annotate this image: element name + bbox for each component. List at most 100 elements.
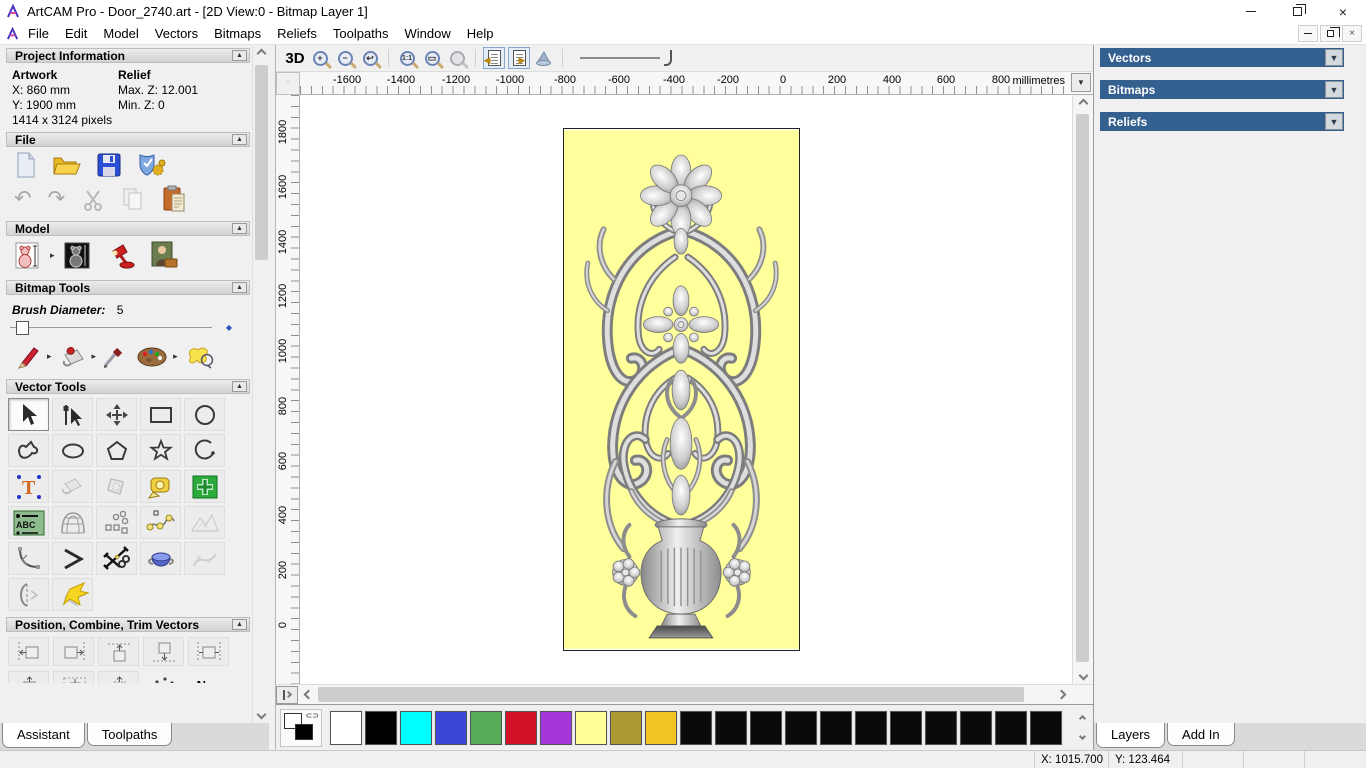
tab-layers[interactable]: Layers	[1096, 723, 1166, 748]
palette-swatch[interactable]	[994, 709, 1028, 746]
minimize-button[interactable]	[1228, 0, 1274, 23]
palette-swatch[interactable]	[749, 709, 783, 746]
dock-assistant-left-button[interactable]: ◀	[483, 47, 505, 69]
colour-indicator[interactable]: ⊂⊃	[280, 708, 322, 747]
center-in-selection-tool[interactable]	[53, 671, 94, 683]
text-block-tool[interactable]: ABC	[8, 506, 49, 539]
collapse-button[interactable]: ▲	[232, 381, 247, 392]
tab-assistant[interactable]: Assistant	[2, 723, 85, 748]
align-right-tool[interactable]	[53, 637, 94, 666]
scrollbar-thumb[interactable]	[318, 686, 1024, 702]
align-left-tool[interactable]	[8, 637, 49, 666]
collapse-button[interactable]: ▲	[232, 223, 247, 234]
zoom-in-button[interactable]: +	[309, 47, 331, 69]
lighting-button[interactable]	[107, 241, 135, 269]
scroll-down-button[interactable]	[1073, 667, 1093, 684]
menu-edit[interactable]: Edit	[57, 23, 95, 45]
set-model-size-button[interactable]	[14, 240, 42, 270]
palette-swatch[interactable]	[679, 709, 713, 746]
bitmap-to-vector-button[interactable]	[183, 343, 215, 369]
save-model-button[interactable]	[96, 152, 122, 178]
assistant-scrollbar[interactable]	[252, 45, 269, 723]
flood-fill-button[interactable]	[57, 343, 87, 369]
ruler-corner-button[interactable]: ⁘	[276, 72, 300, 95]
restore-button[interactable]	[1274, 0, 1320, 23]
offset-vectors-tool[interactable]	[96, 470, 137, 503]
select-vectors-tool[interactable]	[8, 398, 49, 431]
palette-swatch[interactable]	[399, 709, 433, 746]
child-restore-button[interactable]	[1320, 25, 1340, 42]
tab-toolpaths[interactable]: Toolpaths	[86, 723, 173, 746]
cut-button[interactable]	[81, 187, 105, 211]
preferences-button[interactable]	[136, 151, 166, 179]
align-top-tool[interactable]	[98, 637, 139, 666]
palette-swatch[interactable]	[714, 709, 748, 746]
palette-swatch[interactable]	[959, 709, 993, 746]
paste-along-curve-tool[interactable]	[140, 506, 181, 539]
palette-swatch[interactable]	[329, 709, 363, 746]
create-polyline-tool[interactable]	[8, 434, 49, 467]
create-polygon-tool[interactable]	[96, 434, 137, 467]
free-relief-tool[interactable]	[184, 506, 225, 539]
nesting-tool[interactable]: Nes	[188, 671, 229, 684]
copy-button[interactable]	[121, 186, 145, 212]
slider-track[interactable]	[10, 327, 212, 328]
palette-swatch[interactable]	[539, 709, 573, 746]
create-circle-tool[interactable]	[184, 398, 225, 431]
palette-swatch[interactable]	[504, 709, 538, 746]
center-in-page-tool[interactable]	[8, 671, 49, 683]
create-ellipse-tool[interactable]	[52, 434, 93, 467]
center-horizontal-tool[interactable]	[188, 637, 229, 666]
block-copy-tool[interactable]	[96, 506, 137, 539]
zoom-one-to-one-button[interactable]: 1:1	[396, 47, 418, 69]
palette-swatch[interactable]	[1029, 709, 1063, 746]
child-close-button[interactable]: ×	[1342, 25, 1362, 42]
position-section-header[interactable]: Position, Combine, Trim Vectors ▲	[6, 617, 250, 632]
load-texture-button[interactable]	[149, 240, 179, 270]
paint-brush-button[interactable]	[14, 343, 42, 369]
trim-vectors-tool[interactable]	[96, 542, 137, 575]
pick-color-button[interactable]	[101, 343, 127, 369]
menu-file[interactable]: File	[20, 23, 57, 45]
scrollbar-track[interactable]	[316, 686, 1051, 704]
reliefs-section-bar[interactable]: Reliefs ▼	[1100, 112, 1344, 131]
menu-vectors[interactable]: Vectors	[147, 23, 206, 45]
zoom-out-button[interactable]: −	[334, 47, 356, 69]
slider-handle[interactable]	[664, 50, 672, 66]
view-3d-button[interactable]: 3D	[284, 47, 306, 69]
close-button[interactable]: ×	[1320, 0, 1366, 23]
expand-button[interactable]: ▼	[1325, 49, 1343, 66]
measure-tool[interactable]	[140, 470, 181, 503]
create-arc-tool[interactable]	[184, 434, 225, 467]
brush-diameter-slider[interactable]: ◆	[10, 321, 240, 335]
palette-scroll[interactable]	[1078, 712, 1089, 744]
palette-swatch[interactable]	[854, 709, 888, 746]
model-section-header[interactable]: Model ▲	[6, 221, 250, 236]
bitmap-tools-header[interactable]: Bitmap Tools ▲	[6, 280, 250, 295]
join-vectors-tool[interactable]	[52, 542, 93, 575]
menu-toolpaths[interactable]: Toolpaths	[325, 23, 397, 45]
palette-swatch[interactable]	[644, 709, 678, 746]
menu-bitmaps[interactable]: Bitmaps	[206, 23, 269, 45]
fillet-tool[interactable]	[8, 542, 49, 575]
scroll-up-button[interactable]	[1073, 95, 1093, 112]
file-section-header[interactable]: File ▲	[6, 132, 250, 147]
palette-swatch[interactable]	[609, 709, 643, 746]
vectors-section-bar[interactable]: Vectors ▼	[1100, 48, 1344, 67]
redo-button[interactable]: ↷	[48, 188, 66, 209]
child-minimize-button[interactable]	[1298, 25, 1318, 42]
expand-button[interactable]: ▼	[1325, 81, 1343, 98]
scroll-right-button[interactable]	[1053, 686, 1069, 704]
paste-in-position-tool[interactable]	[98, 671, 139, 683]
transform-vectors-tool[interactable]	[96, 398, 137, 431]
expand-button[interactable]: ▼	[1325, 113, 1343, 130]
bitmaps-section-bar[interactable]: Bitmaps ▼	[1100, 80, 1344, 99]
canvas-vertical-scrollbar[interactable]	[1072, 95, 1093, 684]
menu-help[interactable]: Help	[459, 23, 502, 45]
new-model-button[interactable]	[14, 151, 38, 179]
fill-vectors-tool[interactable]	[52, 470, 93, 503]
dock-assistant-right-button[interactable]: ▶	[508, 47, 530, 69]
scroll-left-button[interactable]	[300, 686, 316, 704]
scrollbar-thumb[interactable]	[255, 65, 268, 260]
create-rectangle-tool[interactable]	[140, 398, 181, 431]
